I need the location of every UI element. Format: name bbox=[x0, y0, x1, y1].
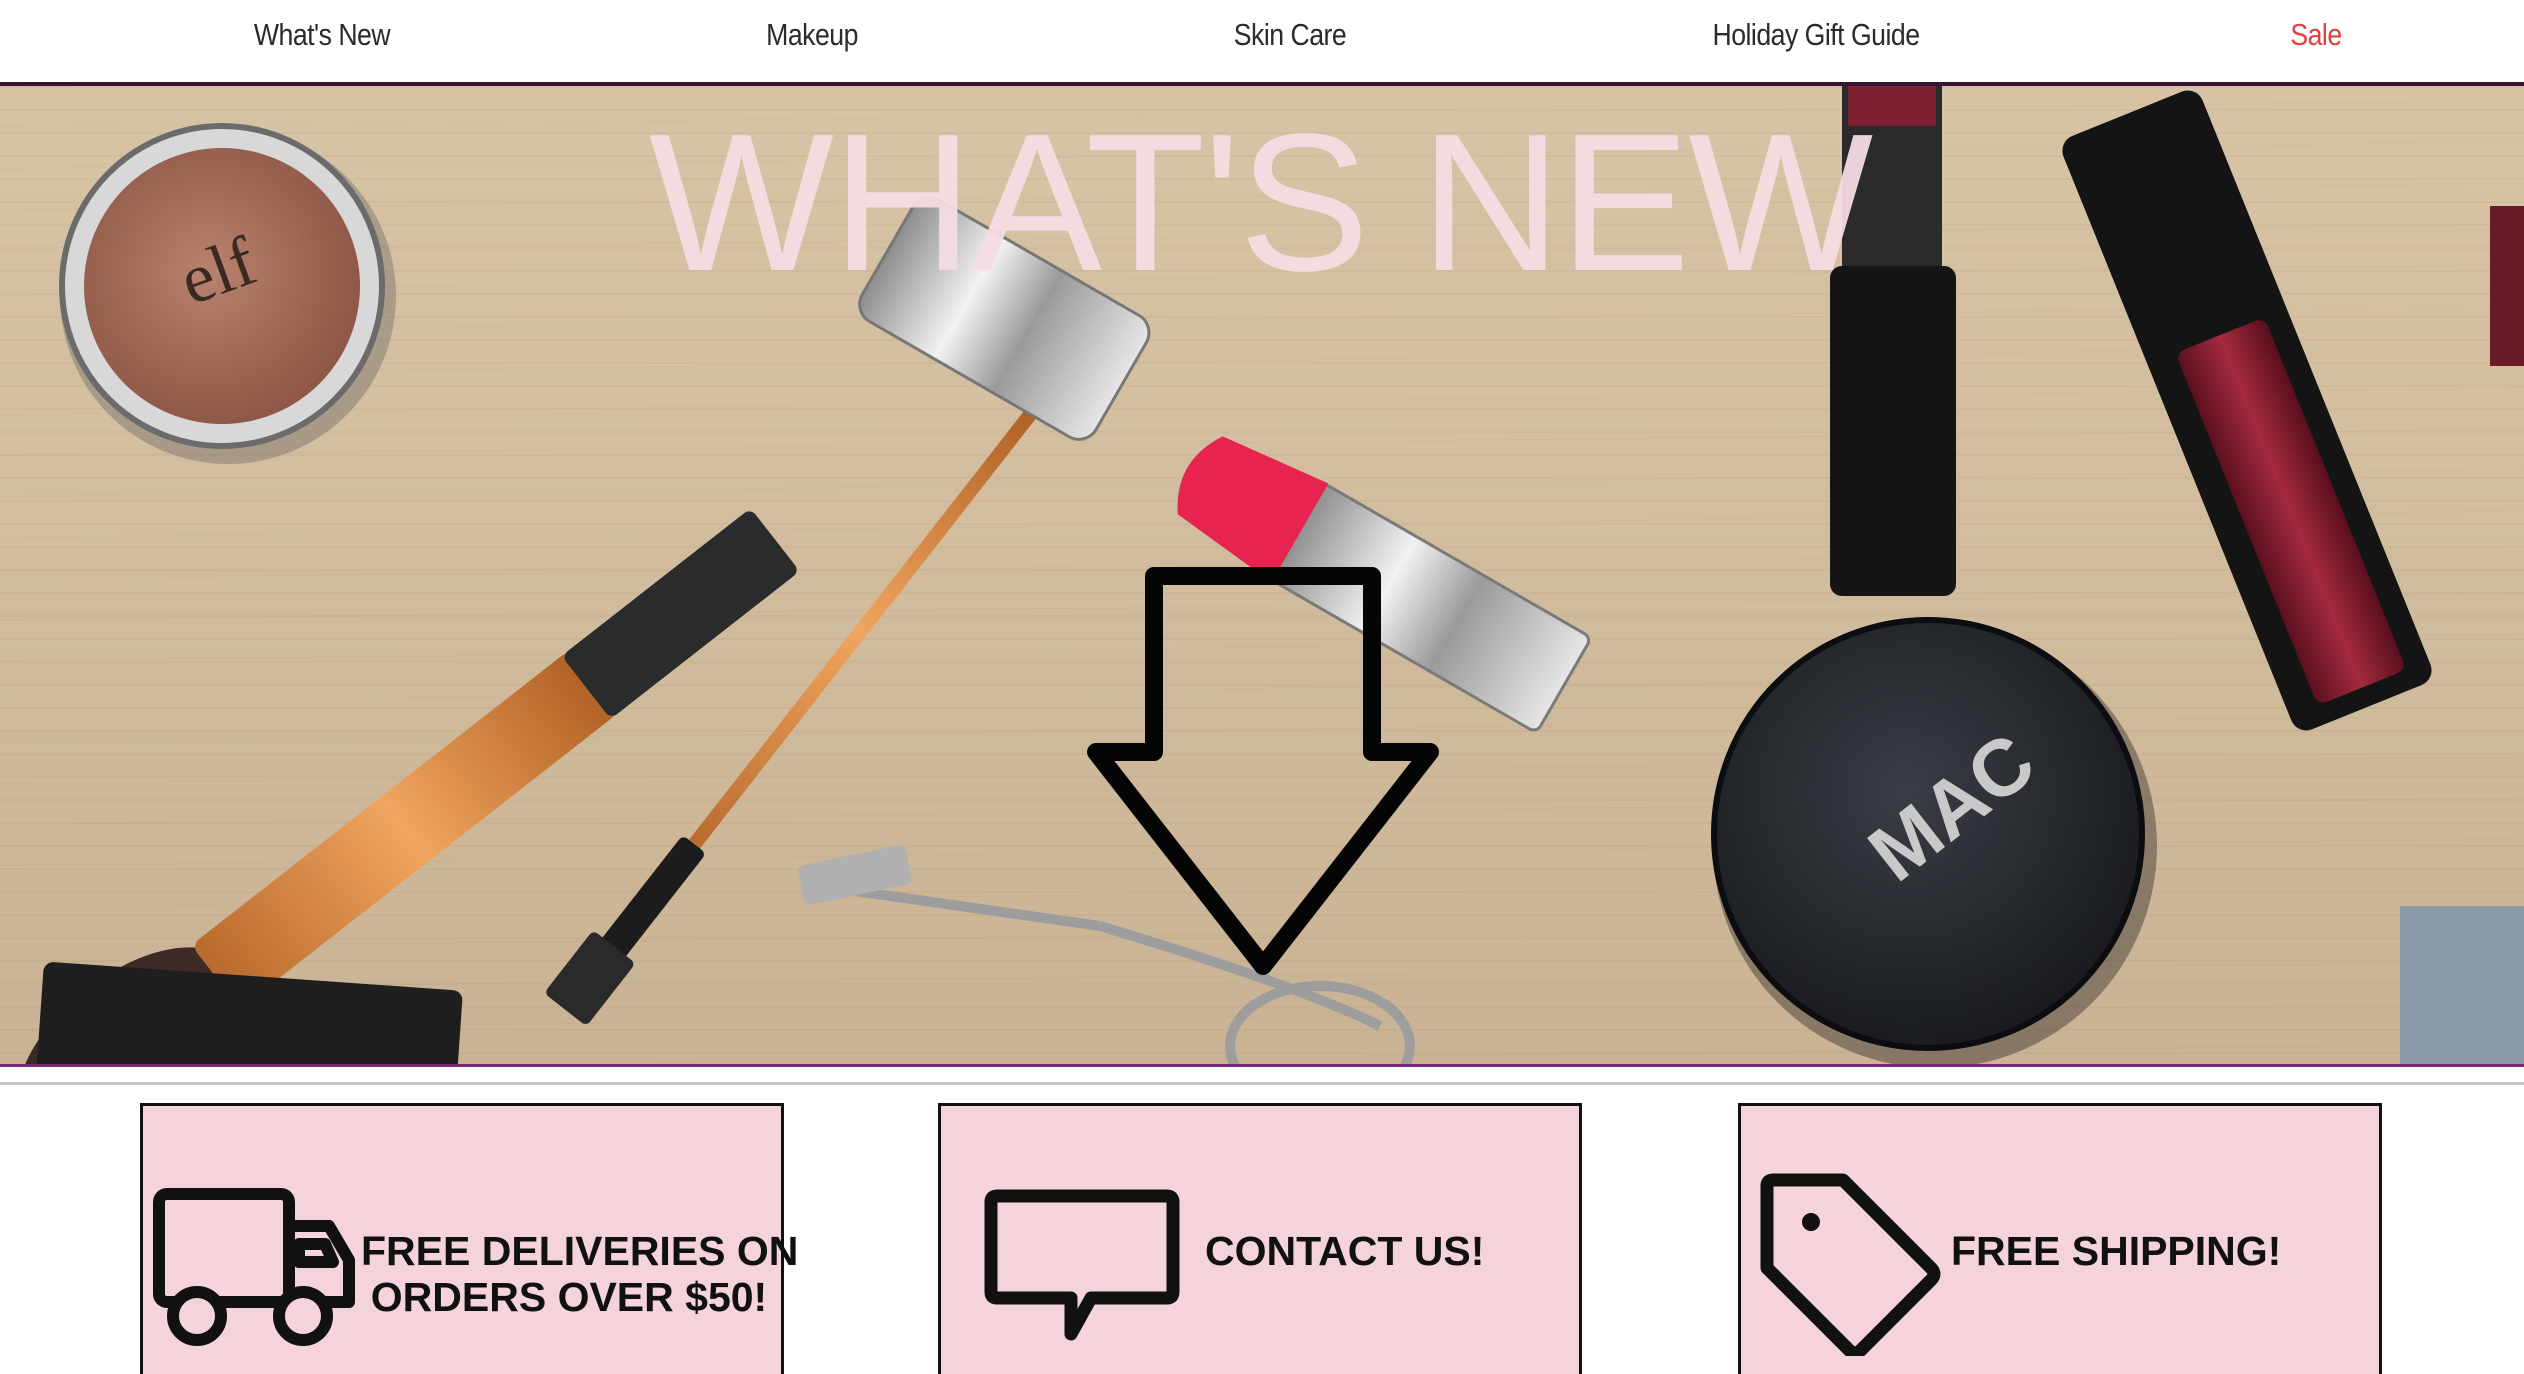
nav-link-holiday-gift-guide[interactable]: Holiday Gift Guide bbox=[1687, 14, 1945, 56]
chat-bubble-icon bbox=[984, 1189, 1180, 1341]
promo-card-free-deliveries[interactable]: FREE DELIVERIES ON ORDERS OVER $50! bbox=[140, 1103, 799, 1374]
hero-banner: elf MAC WHAT'S NEW bbox=[0, 86, 2524, 1066]
promo-free-deliveries-text: FREE DELIVERIES ON ORDERS OVER $50! bbox=[361, 1228, 799, 1320]
promo-card-free-shipping[interactable]: FREE SHIPPING! bbox=[1738, 1103, 2382, 1374]
promo-free-shipping-text: FREE SHIPPING! bbox=[1951, 1228, 2282, 1274]
truck-icon bbox=[153, 1188, 355, 1346]
nav-link-sale[interactable]: Sale bbox=[2196, 14, 2437, 56]
price-tag-icon bbox=[1760, 1173, 1941, 1356]
section-divider bbox=[0, 1082, 2524, 1085]
promo-free-deliveries-line2: ORDERS OVER $50! bbox=[370, 1274, 768, 1320]
down-arrow-icon[interactable] bbox=[1086, 566, 1446, 986]
nav-link-skin-care[interactable]: Skin Care bbox=[1170, 14, 1411, 56]
nav-link-makeup[interactable]: Makeup bbox=[692, 14, 933, 56]
nav-link-whats-new[interactable]: What's New bbox=[202, 14, 443, 56]
hero-divider bbox=[0, 1064, 2524, 1067]
promo-card-contact-us[interactable]: CONTACT US! bbox=[938, 1103, 1582, 1374]
promo-contact-us-text: CONTACT US! bbox=[1205, 1228, 1485, 1274]
hero-title: WHAT'S NEW bbox=[648, 93, 1873, 312]
promo-free-deliveries-line1: FREE DELIVERIES ON bbox=[361, 1228, 799, 1274]
top-navigation: What's New Makeup Skin Care Holiday Gift… bbox=[0, 0, 2524, 82]
